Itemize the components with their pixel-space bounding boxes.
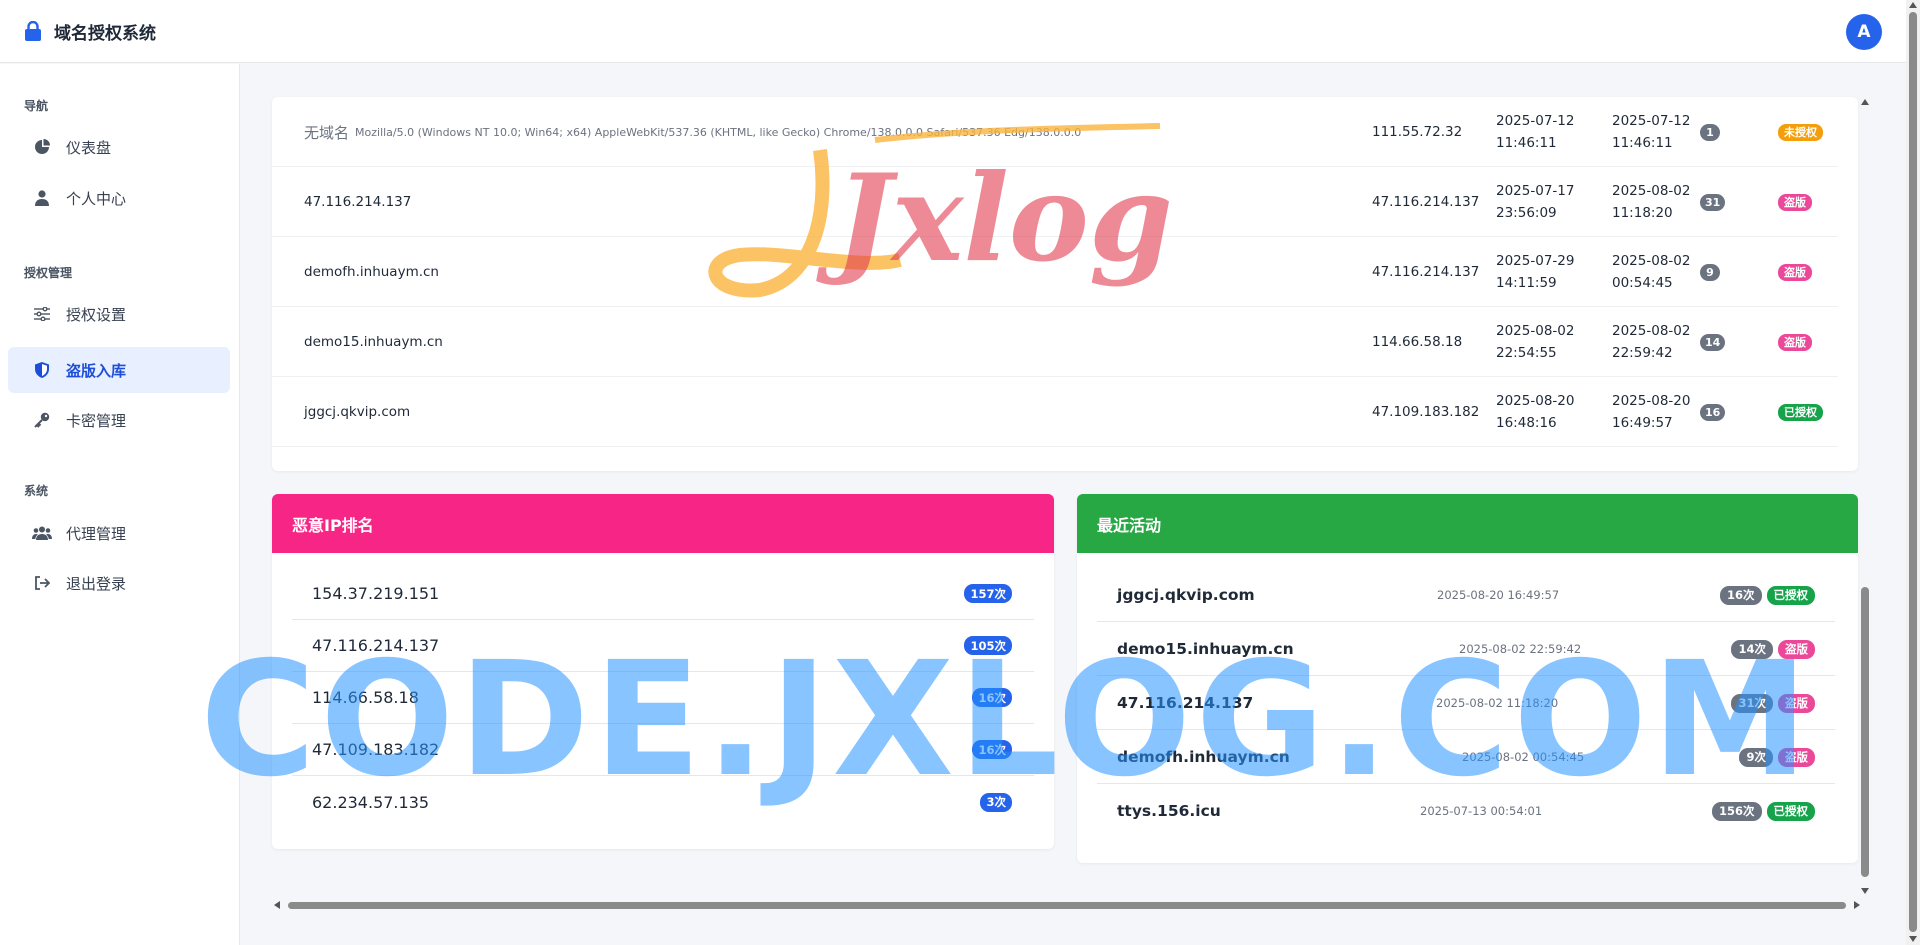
scroll-down-arrow-icon[interactable] [1909, 936, 1917, 942]
count-cell: 16 [1700, 377, 1726, 447]
status-badge: 盗版 [1778, 193, 1812, 211]
sidebar-item-auth-settings[interactable]: 授权设置 [8, 291, 230, 337]
count-cell: 1 [1700, 97, 1720, 167]
panel-title: 最近活动 [1077, 494, 1858, 553]
status-badge: 已授权 [1766, 585, 1815, 605]
shield-icon [32, 360, 52, 380]
scroll-right-arrow-icon[interactable] [1854, 901, 1860, 909]
last-seen-cell: 2025-08-02 00:54:45 [1612, 253, 1691, 291]
sidebar-item-label: 卡密管理 [66, 411, 127, 430]
panel-title: 恶意IP排名 [272, 494, 1054, 553]
scroll-thumb[interactable] [288, 902, 1846, 909]
first-seen-cell: 2025-07-17 23:56:09 [1496, 183, 1575, 221]
last-seen-cell: 2025-08-02 22:59:42 [1612, 323, 1691, 361]
sidebar-item-agents[interactable]: 代理管理 [8, 510, 230, 556]
sidebar-item-label: 退出登录 [66, 574, 127, 593]
first-seen-cell: 2025-08-02 22:54:55 [1496, 323, 1575, 361]
ip-address: 154.37.219.151 [312, 584, 440, 603]
domain-cell: demo15.inhuaym.cn [304, 334, 443, 350]
activity-domain: jggcj.qkvip.com [1117, 586, 1255, 604]
status-badge: 盗版 [1778, 333, 1812, 351]
table-row[interactable]: jggcj.qkvip.com 47.109.183.182 2025-08-2… [272, 377, 1838, 447]
lock-icon [25, 21, 41, 41]
logout-icon [32, 573, 52, 593]
scroll-down-arrow-icon[interactable] [1861, 888, 1869, 894]
sidebar-item-label: 个人中心 [66, 189, 127, 208]
count-cell: 31 [1700, 167, 1726, 237]
scroll-up-arrow-icon[interactable] [1909, 2, 1917, 8]
status-cell: 未授权 [1778, 97, 1823, 167]
ip-cell: 47.116.214.137 [1372, 264, 1480, 280]
domain-cell: demofh.inhuaym.cn [304, 264, 439, 280]
activity-item[interactable]: jggcj.qkvip.com 2025-08-20 16:49:57 16次已… [1097, 568, 1835, 622]
sidebar-item-label: 仪表盘 [66, 138, 112, 157]
sidebar-item-label: 盗版入库 [66, 361, 127, 380]
sidebar-item-dashboard[interactable]: 仪表盘 [8, 124, 230, 170]
scroll-thumb[interactable] [1861, 587, 1869, 877]
jxlog-logo-watermark: Jxlog [708, 123, 1170, 298]
user-avatar[interactable]: A [1846, 14, 1882, 50]
hit-count-badge: 157次 [964, 584, 1012, 603]
first-seen-cell: 2025-07-12 11:46:11 [1496, 113, 1575, 151]
ip-cell: 114.66.58.18 [1372, 334, 1463, 350]
count-cell: 9 [1700, 237, 1720, 307]
top-header: 域名授权系统 A [0, 0, 1906, 63]
sidebar-item-logout[interactable]: 退出登录 [8, 560, 230, 606]
table-row[interactable]: demo15.inhuaym.cn 114.66.58.18 2025-08-0… [272, 307, 1838, 377]
count-badge: 1 [1700, 123, 1720, 141]
domain-cell: jggcj.qkvip.com [304, 404, 411, 420]
count-badge: 14 [1700, 333, 1726, 351]
horizontal-scrollbar[interactable] [272, 898, 1862, 912]
page-vertical-scrollbar[interactable] [1906, 0, 1920, 945]
sidebar-item-profile[interactable]: 个人中心 [8, 175, 230, 221]
nav-section-title: 授权管理 [24, 266, 73, 280]
last-seen-cell: 2025-07-12 11:46:11 [1612, 113, 1691, 151]
list-item[interactable]: 154.37.219.151 157次 [292, 568, 1034, 620]
domain-cell: 47.116.214.137 [304, 194, 412, 210]
nav-section-title: 导航 [24, 99, 49, 113]
sliders-icon [32, 304, 52, 324]
last-seen-cell: 2025-08-02 11:18:20 [1612, 183, 1691, 221]
nav-section-title: 系统 [24, 484, 49, 498]
brand[interactable]: 域名授权系统 [24, 19, 156, 44]
key-icon [32, 410, 52, 430]
users-icon [32, 523, 52, 543]
app-title: 域名授权系统 [54, 23, 156, 44]
status-badge: 未授权 [1778, 123, 1823, 141]
user-icon [32, 188, 52, 208]
logo-text: Jxlog [816, 148, 1170, 289]
ip-cell: 111.55.72.32 [1372, 124, 1463, 140]
count-badge: 31 [1700, 193, 1726, 211]
status-cell: 盗版 [1778, 167, 1812, 237]
count-badge: 9 [1700, 263, 1720, 281]
sidebar-item-card-keys[interactable]: 卡密管理 [8, 397, 230, 443]
ip-cell: 47.116.214.137 [1372, 194, 1480, 210]
sidebar-item-label: 代理管理 [66, 524, 127, 543]
status-badge: 已授权 [1778, 403, 1823, 421]
count-badge: 16 [1700, 403, 1726, 421]
activity-time: 2025-08-20 16:49:57 [1437, 588, 1560, 602]
scroll-left-arrow-icon[interactable] [274, 901, 280, 909]
code-watermark: CODE.JXLOG.COM [200, 628, 1813, 812]
ip-cell: 47.109.183.182 [1372, 404, 1480, 420]
scroll-up-arrow-icon[interactable] [1861, 99, 1869, 105]
status-cell: 盗版 [1778, 307, 1812, 377]
sidebar: 导航 仪表盘 个人中心 授权管理 授权设置 盗版入库 卡密管理 系统 代理管理 … [0, 64, 240, 945]
status-cell: 盗版 [1778, 237, 1812, 307]
no-domain-label: 无域名 [304, 123, 350, 142]
first-seen-cell: 2025-07-29 14:11:59 [1496, 253, 1575, 291]
last-seen-cell: 2025-08-20 16:49:57 [1612, 393, 1691, 431]
count-cell: 14 [1700, 307, 1726, 377]
inner-vertical-scrollbar[interactable] [1858, 97, 1872, 897]
sidebar-item-piracy-db[interactable]: 盗版入库 [8, 347, 230, 393]
sidebar-item-label: 授权设置 [66, 305, 127, 324]
first-seen-cell: 2025-08-20 16:48:16 [1496, 393, 1575, 431]
status-badge: 盗版 [1778, 263, 1812, 281]
scroll-thumb[interactable] [1909, 12, 1917, 932]
pie-chart-icon [32, 137, 52, 157]
status-cell: 已授权 [1778, 377, 1823, 447]
count-badge: 16次 [1719, 585, 1762, 605]
